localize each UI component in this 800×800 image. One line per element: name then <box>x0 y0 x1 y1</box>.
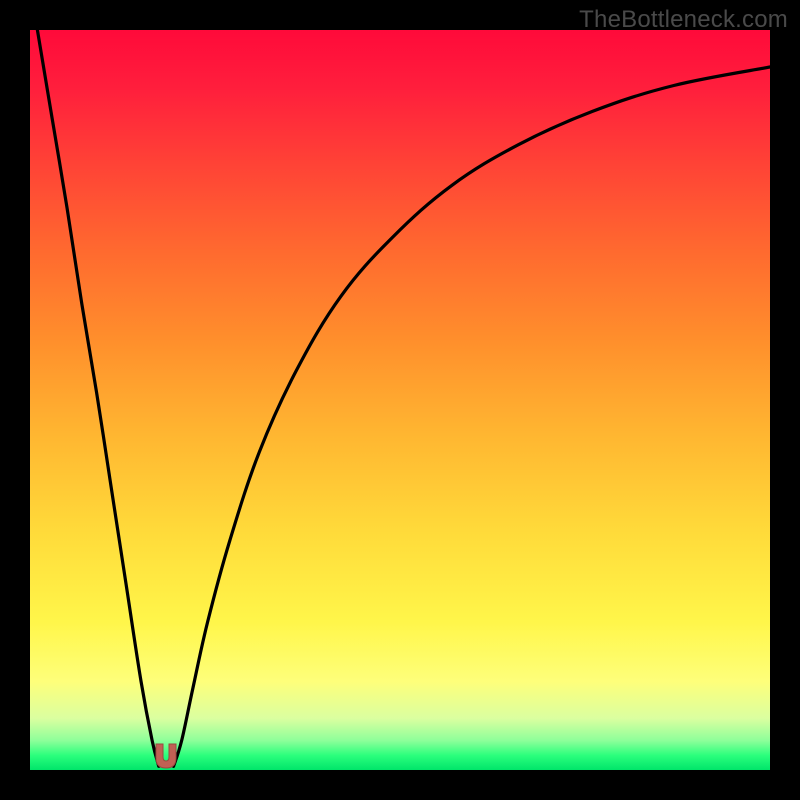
plot-area <box>30 30 770 770</box>
left-branch-line <box>37 30 158 766</box>
curve-layer <box>30 30 770 770</box>
right-branch-line <box>174 67 770 766</box>
chart-stage: TheBottleneck.com <box>0 0 800 800</box>
